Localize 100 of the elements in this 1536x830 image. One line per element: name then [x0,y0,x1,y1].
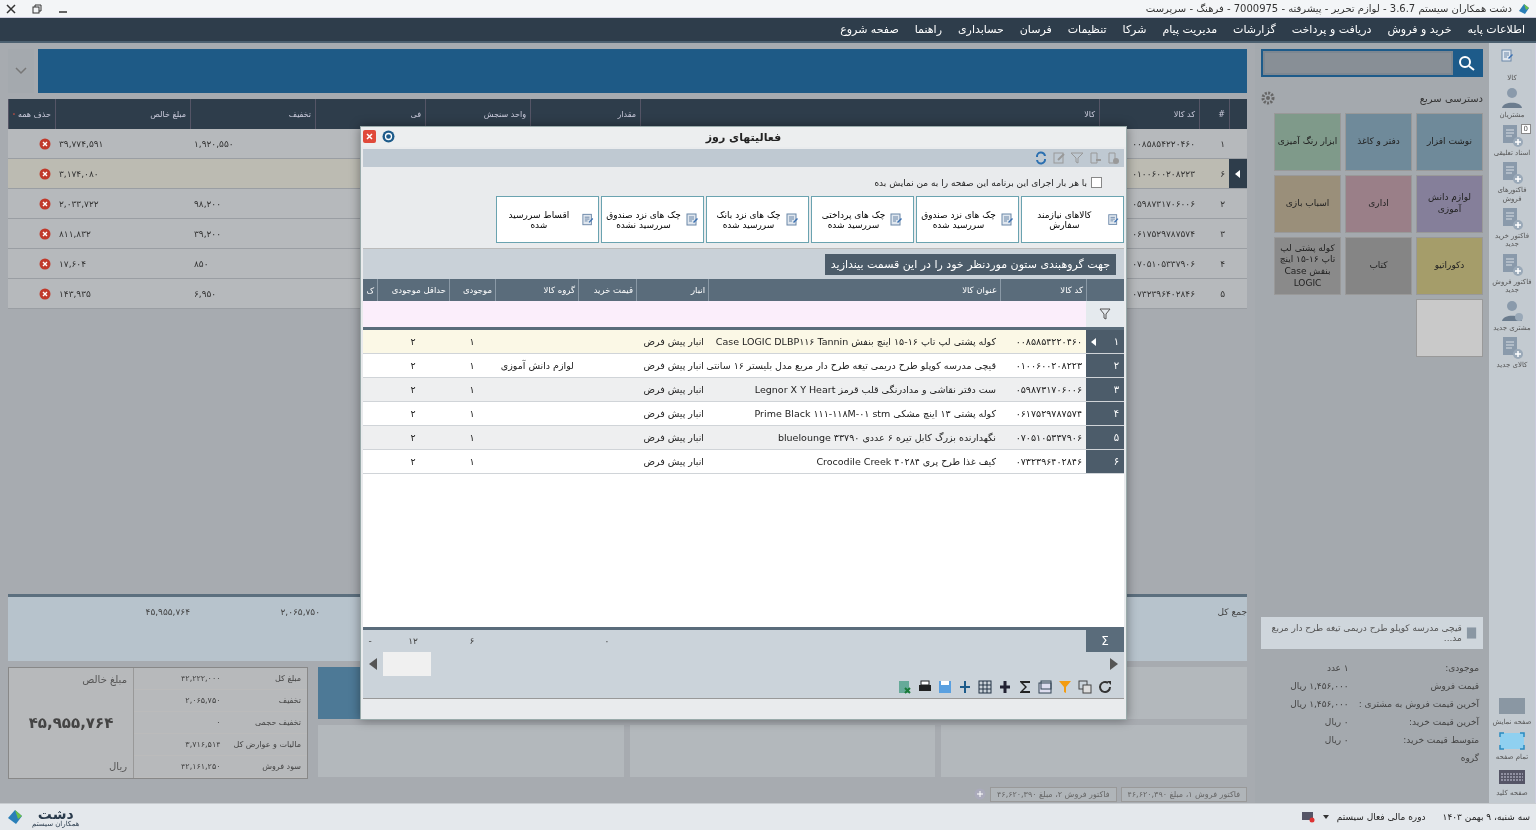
category-tile[interactable]: کتاب [1345,237,1412,295]
product-title: قیچی مدرسه کوپلو طرح دریمی تیغه طرح دار مربع مد... [1270,623,1462,643]
row-number: ۲ [1113,360,1119,371]
fiscal-period-dropdown[interactable]: دوره مالی فعال سیستم [1336,812,1426,822]
caret-icon[interactable] [1322,815,1329,819]
menu-item[interactable]: تنظیمات [1060,20,1114,39]
restore-icon[interactable] [32,3,42,14]
item-plus-icon[interactable] [1500,335,1524,360]
category-tile[interactable]: اداری [1345,175,1412,233]
menu-item[interactable]: اطلاعات پایه [1460,20,1532,39]
category-tile[interactable]: ابزار رنگ آمیزی [1274,113,1341,171]
search-field[interactable] [1261,49,1483,77]
table-row[interactable]: ۲ ۰۱۰۰۶۰۰۲۰۸۲۲۳ قیچی مدرسه کوپلو طرح دریمی تیغه طرح دار مربع مدل بلیستر ۱۶ سانتی انبار پیش فرض لوازم دانش آموزی ۱ ۲ [363,354,1124,378]
person-plus-icon[interactable] [1500,298,1524,323]
column-split-icon[interactable] [998,680,1012,694]
document-icon[interactable] [1500,123,1524,148]
chevron-down-icon[interactable] [15,67,27,75]
person-icon[interactable] [1500,86,1524,111]
menu-item[interactable]: راهنما [907,20,949,39]
row-header[interactable]: ۱ [1086,330,1124,354]
close-icon[interactable] [6,3,16,14]
excel-export-icon[interactable] [898,680,912,694]
date-label: سه شنبه، ۹ بهمن ۱۴۰۳ [1442,812,1530,822]
total-cell-text: ۶ [468,635,476,648]
shortcut-button[interactable]: اقساط سررسید شده [496,196,599,243]
table-cell: ۲ [377,450,449,474]
category-tile[interactable]: اسباب بازی [1274,175,1341,233]
row-header[interactable]: ۵ [1086,426,1124,450]
menu-item[interactable]: دریافت و پرداخت [1284,20,1379,39]
add-icon[interactable] [1106,151,1120,165]
table-row[interactable]: ۳ ۰۵۹۸۷۳۱۷۰۶۰۰۶ ست دفتر نقاشی و مدادرنگی قلب قرمز Legnor X Y Heart انبار پیش فرض ۱ ۲ [363,378,1124,402]
edit-document-icon [684,212,699,227]
copy-icon[interactable] [1078,680,1092,694]
table-row[interactable]: ۶ ۰۷۳۲۳۹۶۴۰۲۸۴۶ کیف غذا طرح پری ۴۰۲۸۴ Crocodile Creek انبار پیش فرض ۱ ۲ [363,450,1124,474]
document-plus-icon[interactable] [1500,252,1524,277]
category-tile[interactable]: دکوراتیو [1416,237,1483,295]
row-header[interactable]: ۲ [1086,354,1124,378]
table-row[interactable]: ۴ ۰۶۱۷۵۲۹۷۸۷۵۷۴ کوله پشتی ۱۳ اینچ مشکی Prime Black ۱۱۱-۱۱۸M-۰۱ stm انبار پیش فرض ۱ ۲ [363,402,1124,426]
logo-icon [6,808,24,826]
table-cell: ۱ [449,450,495,474]
category-tile[interactable]: نوشت افزار [1416,113,1483,171]
row-header[interactable]: ۴ [1086,402,1124,426]
shortcut-button[interactable]: چک های نزد صندوق سررسید شده [916,196,1019,243]
shortcut-button[interactable]: چک های نزد صندوق سررسید نشده [601,196,704,243]
menu-item[interactable]: خرید و فروش [1380,20,1459,39]
menu-item[interactable]: فرسان [1012,20,1059,39]
filter-cell[interactable] [1000,301,1086,327]
summary-label: سود فروش [261,762,301,771]
field-label: موجودی: [1444,663,1479,673]
remove-icon[interactable] [1088,151,1102,165]
table-cell: ۶,۹۵۰ [190,279,315,309]
monitor-icon[interactable] [1300,811,1315,823]
columns-icon[interactable] [1038,680,1052,694]
shortcut-button[interactable]: کالاهای نیازمند سفارش [1021,196,1124,243]
category-tile[interactable]: لوازم دانش آموزی [1416,175,1483,233]
field-value: ۱ عدد [1325,663,1349,673]
table-icon[interactable] [978,680,992,694]
menu-item[interactable]: مدیریت پیام [1155,20,1225,39]
table-row[interactable]: ۱ ۰۰۸۵۸۵۴۲۲۰۴۶۰ کوله پشتی لپ تاپ ۱۶-۱۵ اینچ بنفش Case LOGIC DLBP۱۱۶ Tannin انبار پیش فرض ۱ ۲ [363,330,1124,354]
checkbox[interactable] [1091,177,1102,188]
print-icon[interactable] [918,680,932,694]
menu-item[interactable]: شرکا [1115,20,1154,39]
filter-clear-icon[interactable] [1070,151,1084,165]
document-plus-icon[interactable] [1500,206,1524,231]
edit-document-icon [580,212,594,227]
group-hint: جهت گروهبندی ستون موردنظر خود را در این قسمت بیندازید [824,253,1116,275]
summary-label: تخفیف [277,696,301,705]
scroll-right-icon[interactable] [1110,658,1118,670]
row-header[interactable]: ۶ [1086,450,1124,474]
column-header: حذف همه [17,109,51,119]
dialog-title: فعالیتهای روز [705,130,782,144]
document-icon[interactable] [1500,161,1524,186]
save-icon[interactable] [938,680,952,694]
add-icon[interactable] [974,788,987,800]
menu-item[interactable]: حسابداری [950,20,1011,39]
field-value: ۱,۴۵۶,۰۰۰ ریال [1289,681,1349,691]
edit-icon[interactable] [1052,151,1066,165]
menu-item[interactable]: گزارشات [1226,20,1283,39]
filter-icon[interactable] [1099,308,1111,320]
table-row[interactable]: ۵ ۰۷۰۵۱۰۵۳۳۷۹۰۶ نگهدارنده بزرگ کابل تیره ۶ عددی ۳۳۷۹۰ bluelounge انبار پیش فرض ۱ ۲ [363,426,1124,450]
column-resize-icon[interactable] [958,680,972,694]
menu-item[interactable]: صفحه شروع [833,20,906,39]
help-icon[interactable] [382,130,395,143]
category-tile[interactable]: دفتر و کاغذ [1345,113,1412,171]
scroll-thumb[interactable] [383,652,431,676]
edit-document-icon [784,212,799,227]
shortcut-button[interactable]: چک های پرداختی سررسید شده [811,196,914,243]
category-tile[interactable]: کوله پشتی لپ تاپ ۱۶-۱۵ اینچ بنفش Case LOGIC [1274,237,1341,295]
row-header[interactable]: ۳ [1086,378,1124,402]
summary-label: مبلغ خالص [81,674,127,685]
shortcut-button[interactable]: چک های نزد بانک سررسید شده [706,196,809,243]
refresh-icon[interactable] [1098,680,1112,694]
search-icon[interactable] [1453,51,1481,75]
sum-icon[interactable] [1018,680,1032,694]
scroll-left-icon[interactable] [369,658,377,670]
filter-cell[interactable] [363,301,377,327]
row-indicator[interactable] [1229,159,1247,189]
summary-value: ۴۲,۱۶۱,۲۵۰ [180,762,221,771]
settings-icon[interactable] [1261,91,1275,105]
fullscreen-icon[interactable] [1498,730,1526,753]
